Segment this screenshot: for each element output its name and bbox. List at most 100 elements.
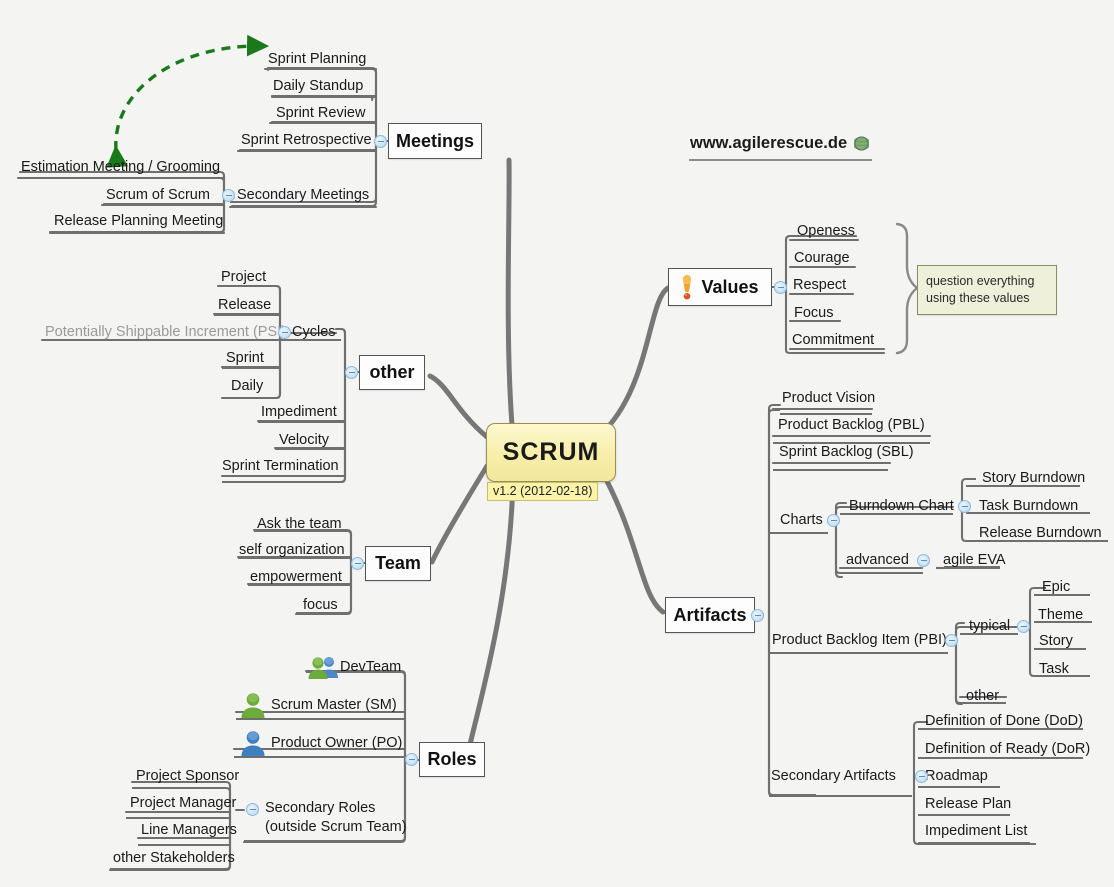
node-secondary-meetings[interactable]: Secondary Meetings (237, 187, 369, 204)
values-label: Values (701, 276, 759, 297)
node-epic[interactable]: Epic (1042, 579, 1070, 596)
node-pbi[interactable]: Product Backlog Item (PBI) (772, 632, 947, 649)
team-label: Team (375, 553, 421, 573)
toggle-secondary-roles[interactable] (246, 803, 259, 816)
website-text: www.agilerescue.de (690, 134, 848, 152)
node-focus[interactable]: Focus (794, 305, 834, 322)
node-line-managers[interactable]: Line Managers (141, 822, 237, 839)
node-empowerment[interactable]: empowerment (250, 569, 342, 586)
node-sprint-retrospective[interactable]: Sprint Retrospective (241, 132, 372, 149)
node-courage[interactable]: Courage (794, 250, 850, 267)
toggle-artifacts[interactable] (751, 609, 764, 622)
node-self-organization[interactable]: self organization (239, 542, 345, 559)
node-respect[interactable]: Respect (793, 277, 846, 294)
other-label: other (369, 362, 415, 382)
toggle-advanced[interactable] (917, 554, 930, 567)
node-other-stakeholders[interactable]: other Stakeholders (113, 850, 235, 867)
node-sprint[interactable]: Sprint (226, 350, 264, 367)
branch-node-other[interactable]: other (359, 355, 425, 390)
node-scrum-of-scrum[interactable]: Scrum of Scrum (106, 187, 210, 204)
branch-node-artifacts[interactable]: Artifacts (665, 597, 755, 633)
node-impediment[interactable]: Impediment (261, 404, 337, 421)
node-task-burndown[interactable]: Task Burndown (979, 498, 1078, 515)
node-dod[interactable]: Definition of Done (DoD) (925, 713, 1083, 730)
node-commitment[interactable]: Commitment (792, 332, 874, 349)
node-cycles[interactable]: Cycles (292, 324, 336, 341)
root-version-badge: v1.2 (2012-02-18) (487, 482, 599, 501)
node-product-backlog[interactable]: Product Backlog (PBL) (778, 417, 925, 434)
node-project-sponsor[interactable]: Project Sponsor (136, 768, 239, 785)
node-task[interactable]: Task (1039, 661, 1069, 678)
person-blue-icon (240, 730, 267, 756)
node-release-burndown[interactable]: Release Burndown (979, 525, 1102, 542)
root-node-scrum[interactable]: SCRUM (486, 423, 616, 482)
node-typical[interactable]: typical (969, 618, 1010, 635)
toggle-pbi[interactable] (945, 634, 958, 647)
node-product-vision[interactable]: Product Vision (782, 390, 875, 407)
node-sprint-review[interactable]: Sprint Review (276, 105, 365, 122)
callout-line-1: question everything (926, 274, 1035, 288)
node-secondary-artifacts[interactable]: Secondary Artifacts (771, 768, 896, 785)
node-devteam[interactable]: DevTeam (340, 659, 401, 676)
person-green-icon (240, 692, 267, 718)
mindmap-canvas: SCRUM v1.2 (2012-02-18) www.agilerescue.… (0, 0, 1114, 887)
artifacts-label: Artifacts (673, 604, 747, 625)
branch-node-team[interactable]: Team (365, 546, 431, 581)
root-label: SCRUM (502, 438, 600, 466)
node-secondary-roles[interactable]: Secondary Roles (outside Scrum Team) (265, 799, 407, 837)
node-sprint-termination[interactable]: Sprint Termination (222, 458, 339, 475)
branch-node-roles[interactable]: Roles (419, 742, 485, 777)
node-sprint-backlog[interactable]: Sprint Backlog (SBL) (779, 444, 914, 461)
node-release[interactable]: Release (218, 297, 271, 314)
toggle-secondary-artifacts[interactable] (915, 770, 928, 783)
toggle-burndown-chart[interactable] (958, 500, 971, 513)
branch-node-meetings[interactable]: Meetings (388, 123, 482, 159)
node-roadmap[interactable]: Roadmap (925, 768, 988, 785)
node-focus-team[interactable]: focus (303, 597, 338, 614)
toggle-cycles[interactable] (278, 326, 291, 339)
secondary-roles-label: Secondary Roles (265, 800, 376, 816)
globe-icon (854, 136, 870, 151)
node-scrum-master[interactable]: Scrum Master (SM) (271, 697, 397, 714)
node-openess[interactable]: Openess (797, 223, 855, 240)
node-ask-the-team[interactable]: Ask the team (257, 516, 342, 533)
node-story[interactable]: Story (1039, 633, 1073, 650)
people-group-icon (307, 655, 339, 679)
node-dor[interactable]: Definition of Ready (DoR) (925, 741, 1090, 758)
toggle-team[interactable] (351, 557, 364, 570)
node-advanced[interactable]: advanced (846, 552, 909, 569)
node-product-owner[interactable]: Product Owner (PO) (271, 735, 402, 752)
node-impediment-list[interactable]: Impediment List (925, 823, 1027, 840)
node-burndown-chart[interactable]: Burndown Chart (849, 498, 954, 515)
node-story-burndown[interactable]: Story Burndown (982, 470, 1085, 487)
exclamation-icon (681, 274, 693, 300)
branch-node-values[interactable]: Values (668, 268, 772, 306)
node-charts[interactable]: Charts (780, 512, 823, 529)
node-release-plan[interactable]: Release Plan (925, 796, 1011, 813)
node-release-planning-meeting[interactable]: Release Planning Meeting (54, 213, 223, 230)
node-theme[interactable]: Theme (1038, 607, 1083, 624)
node-daily-standup[interactable]: Daily Standup (273, 78, 363, 95)
node-estimation-meeting[interactable]: Estimation Meeting / Grooming (21, 159, 220, 176)
node-agile-eva[interactable]: agile EVA (943, 552, 1006, 569)
secondary-roles-sublabel: (outside Scrum Team) (265, 818, 407, 835)
node-project[interactable]: Project (221, 269, 266, 286)
roles-label: Roles (427, 749, 477, 769)
callout-line-2: using these values (926, 290, 1030, 305)
toggle-meetings[interactable] (374, 135, 387, 148)
website-label[interactable]: www.agilerescue.de (690, 134, 870, 153)
callout-note: question everything using these values (917, 265, 1057, 315)
node-psi[interactable]: Potentially Shippable Increment (PSI) (45, 324, 286, 341)
node-sprint-planning[interactable]: Sprint Planning (268, 51, 366, 68)
node-pbi-other[interactable]: other (966, 688, 999, 705)
toggle-secondary-meetings[interactable] (222, 189, 235, 202)
node-project-manager[interactable]: Project Manager (130, 795, 236, 812)
node-daily[interactable]: Daily (231, 378, 263, 395)
toggle-charts[interactable] (827, 514, 840, 527)
toggle-other[interactable] (345, 366, 358, 379)
toggle-typical[interactable] (1017, 620, 1030, 633)
toggle-roles[interactable] (405, 753, 418, 766)
meetings-label: Meetings (396, 130, 475, 151)
toggle-values[interactable] (774, 281, 787, 294)
node-velocity[interactable]: Velocity (279, 432, 329, 449)
